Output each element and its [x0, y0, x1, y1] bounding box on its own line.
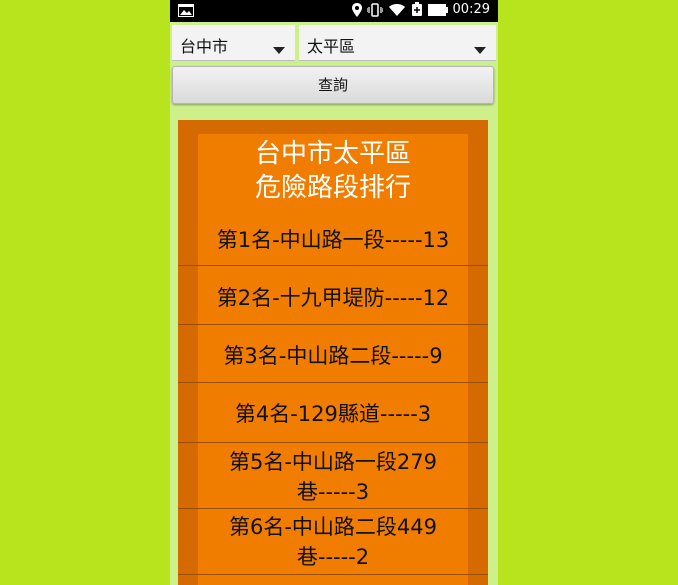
divider — [178, 574, 488, 575]
list-item-text: 第2名-十九甲堤防-----12 — [216, 286, 450, 310]
list-item-text: 第4名-129縣道-----3 — [234, 402, 432, 426]
district-value: 太平區 — [307, 37, 356, 56]
list-item[interactable]: 第4名-129縣道-----3 — [178, 399, 488, 429]
list-item-text: 第3名-中山路二段-----9 — [223, 344, 443, 368]
divider — [178, 324, 488, 325]
list-item-text: 巷-----3 — [296, 480, 370, 504]
battery-icon — [427, 3, 448, 16]
list-item-text: 第5名-中山路一段279 — [228, 450, 438, 474]
chevron-down-icon — [273, 40, 285, 59]
list-item-text: 巷-----2 — [296, 545, 370, 569]
divider — [178, 265, 488, 266]
gallery-icon — [178, 4, 194, 17]
wifi-icon — [388, 3, 406, 17]
location-icon — [351, 2, 362, 17]
divider — [178, 382, 488, 383]
clock: 00:29 — [452, 2, 490, 17]
phone-screen: 00:29 台中市 太平區 查詢 台中市太平區 危險路段排行 第1名-中山路一段… — [170, 0, 498, 585]
city-dropdown[interactable]: 台中市 — [172, 25, 295, 61]
query-button[interactable]: 查詢 — [172, 66, 494, 104]
list-item-text: 第1名-中山路一段-----13 — [216, 228, 450, 252]
battery-saver-icon — [411, 2, 423, 17]
ranking-list[interactable]: 台中市太平區 危險路段排行 第1名-中山路一段-----13 第2名-十九甲堤防… — [178, 120, 488, 585]
list-item[interactable]: 第5名-中山路一段279 巷-----3 — [178, 447, 488, 507]
list-item[interactable]: 第3名-中山路二段-----9 — [178, 341, 488, 371]
list-item-text: 第6名-中山路二段449 — [228, 515, 438, 539]
list-item[interactable]: 第2名-十九甲堤防-----12 — [178, 283, 488, 313]
district-dropdown[interactable]: 太平區 — [299, 25, 496, 61]
list-item[interactable]: 第1名-中山路一段-----13 — [178, 225, 488, 255]
list-item[interactable]: 第6名-中山路二段449 巷-----2 — [178, 512, 488, 572]
ranking-title: 台中市太平區 危險路段排行 — [198, 134, 468, 205]
status-bar: 00:29 — [170, 0, 498, 22]
ranking-title-line1: 台中市太平區 — [254, 139, 411, 169]
ranking-title-line2: 危險路段排行 — [254, 173, 411, 203]
vibrate-icon — [366, 2, 383, 17]
chevron-down-icon — [474, 40, 486, 59]
divider — [178, 442, 488, 443]
ranking-panel: 台中市太平區 危險路段排行 第1名-中山路一段-----13 第2名-十九甲堤防… — [178, 134, 488, 585]
city-value: 台中市 — [180, 37, 229, 56]
divider — [178, 508, 488, 509]
